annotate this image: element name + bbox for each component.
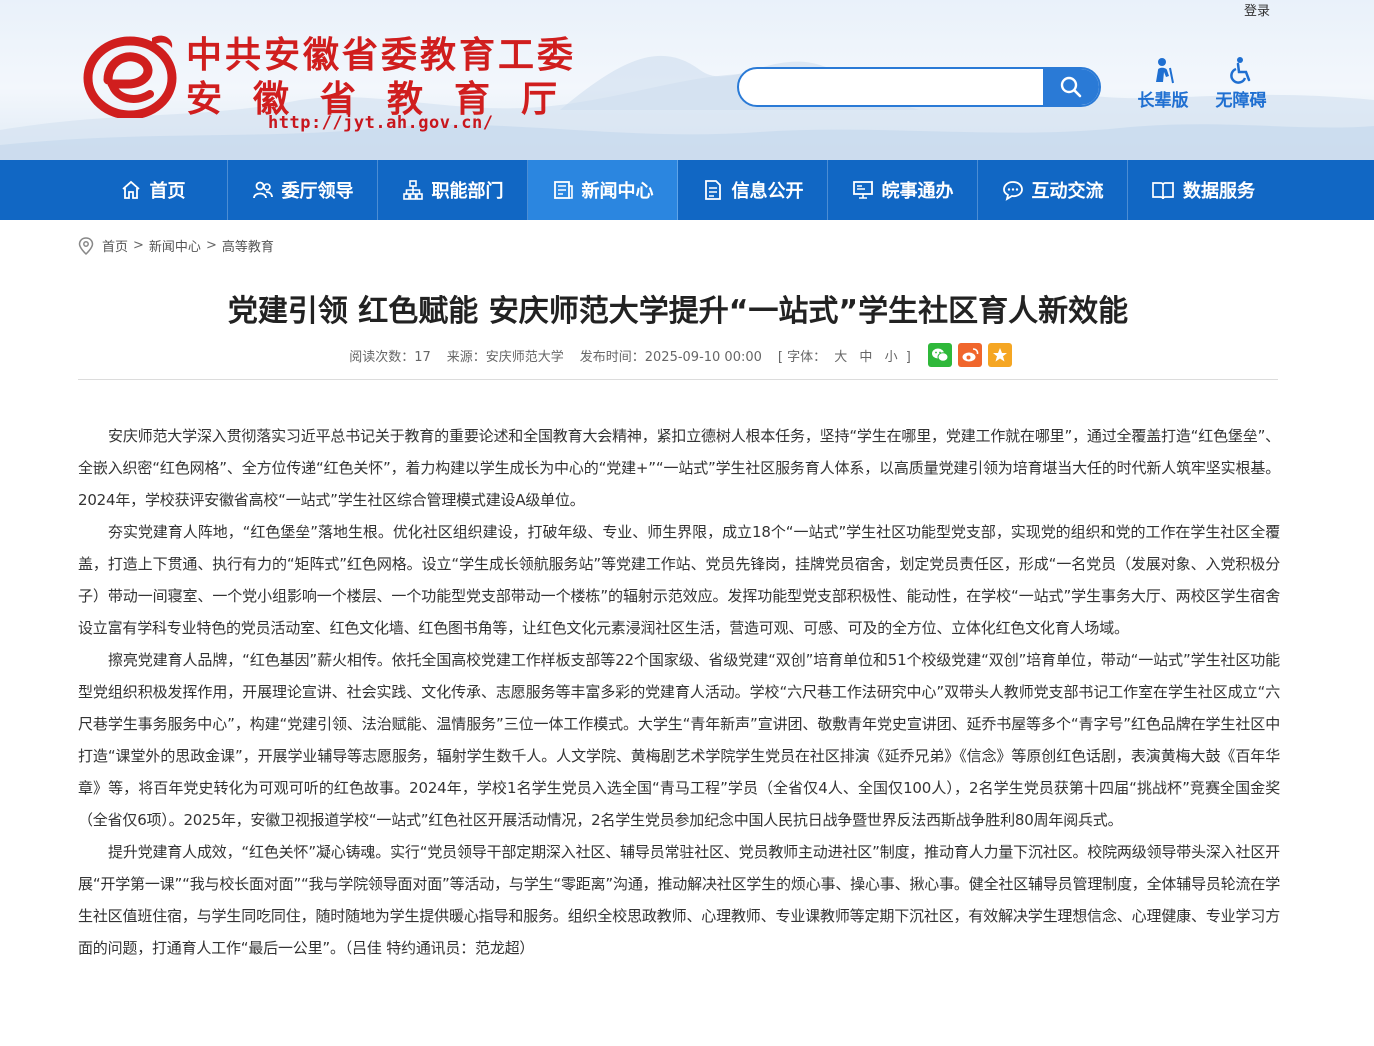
publish-date: 发布时间：2025-09-10 00:00 <box>579 349 762 365</box>
font-size-close: ] <box>905 349 911 365</box>
nav-item-services[interactable]: 皖事通办 <box>828 160 978 220</box>
breadcrumb-separator: > <box>133 238 144 253</box>
font-size-medium[interactable]: 中 <box>859 350 872 365</box>
font-size-large[interactable]: 大 <box>834 350 847 365</box>
nav-item-interaction[interactable]: 互动交流 <box>978 160 1128 220</box>
accessibility-button[interactable]: 无障碍 <box>1208 56 1274 111</box>
nav-item-news[interactable]: 新闻中心 <box>528 160 678 220</box>
document-icon <box>704 180 721 200</box>
nav-item-leaders[interactable]: 委厅领导 <box>228 160 378 220</box>
breadcrumb-higher-education[interactable]: 高等教育 <box>222 236 274 255</box>
article-paragraph: 安庆师范大学深入贯彻落实习近平总书记关于教育的重要论述和全国教育大会精神，紧扣立… <box>78 427 1280 509</box>
accessibility-label: 无障碍 <box>1215 91 1267 111</box>
org-chart-icon <box>402 180 423 200</box>
view-count: 阅读次数：17 <box>349 349 431 365</box>
chat-icon <box>1002 181 1023 201</box>
weibo-share-button[interactable] <box>957 343 982 367</box>
wechat-share-button[interactable] <box>927 343 952 367</box>
main-nav: 首页 委厅领导 职能部门 新闻中心 信息公开 皖事通办 互动交流 数据服务 <box>0 160 1374 220</box>
news-icon <box>553 181 573 199</box>
article-meta: 阅读次数：17 来源：安庆师范大学 发布时间：2025-09-10 00:00 … <box>78 343 1278 367</box>
breadcrumb-home[interactable]: 首页 <box>102 236 128 255</box>
font-size-small[interactable]: 小 <box>885 350 898 365</box>
search-icon <box>1060 76 1082 98</box>
home-icon <box>121 180 140 199</box>
meta-divider <box>78 379 1278 380</box>
nav-item-data-service[interactable]: 数据服务 <box>1128 160 1278 220</box>
breadcrumb-separator: > <box>205 238 217 253</box>
login-link[interactable]: 登录 <box>1244 0 1270 19</box>
nav-item-label: 首页 <box>149 181 186 202</box>
elder-mode-label: 长辈版 <box>1137 91 1189 111</box>
article-paragraph: 擦亮党建育人品牌，“红色基因”薪火相传。依托全国高校党建工作样板支部等22个国家… <box>78 651 1280 829</box>
service-icon <box>852 181 873 199</box>
font-size-label: [ 字体： <box>777 349 827 365</box>
breadcrumb: 首页 > 新闻中心 > 高等教育 <box>78 236 274 255</box>
article-paragraph: 夯实党建育人阵地，“红色堡垒”落地生根。优化社区组织建设，打破年级、专业、师生界… <box>78 523 1280 637</box>
elder-icon <box>1156 58 1174 84</box>
nav-item-label: 皖事通办 <box>881 181 954 202</box>
article-paragraph: 提升党建育人成效，“红色关怀”凝心铸魂。实行“党员领导干部定期深入社区、辅导员常… <box>78 843 1280 957</box>
share-buttons <box>925 343 1015 367</box>
search-box <box>737 67 1101 107</box>
article-content: 安庆师范大学深入贯彻落实习近平总书记关于教育的重要论述和全国教育大会精神，紧扣立… <box>78 420 1280 964</box>
search-input[interactable] <box>739 69 1045 105</box>
people-icon <box>252 181 273 199</box>
nav-item-label: 委厅领导 <box>281 181 354 202</box>
font-size-switcher: [ 字体： 大 中 小 ] <box>778 346 911 365</box>
nav-item-home[interactable]: 首页 <box>78 160 228 220</box>
nav-item-label: 互动交流 <box>1031 181 1104 202</box>
site-logo-icon[interactable] <box>82 28 178 118</box>
nav-item-label: 信息公开 <box>731 181 804 202</box>
star-icon <box>992 348 1007 362</box>
search-button[interactable] <box>1043 69 1099 105</box>
breadcrumb-news-center[interactable]: 新闻中心 <box>149 236 201 255</box>
location-pin-icon <box>78 236 94 255</box>
nav-item-label: 数据服务 <box>1183 181 1255 202</box>
site-header: 登录 中共安徽省委教育工委 安徽省教育厅 http://jyt.ah.gov.c… <box>0 0 1374 160</box>
nav-item-label: 职能部门 <box>431 181 504 202</box>
article-title: 党建引领 红色赋能 安庆师范大学提升“一站式”学生社区育人新效能 <box>227 294 1129 329</box>
nav-item-info-disclosure[interactable]: 信息公开 <box>678 160 828 220</box>
nav-item-departments[interactable]: 职能部门 <box>378 160 528 220</box>
nav-item-label: 新闻中心 <box>581 181 654 202</box>
book-icon <box>1152 182 1174 200</box>
wechat-icon <box>931 348 949 362</box>
elder-mode-button[interactable]: 长辈版 <box>1130 56 1196 111</box>
site-url: http://jyt.ah.gov.cn/ <box>268 113 494 133</box>
article-source: 来源：安庆师范大学 <box>446 349 564 365</box>
wheelchair-icon <box>1230 57 1251 84</box>
favorite-share-button[interactable] <box>987 343 1012 367</box>
weibo-icon <box>962 348 979 362</box>
